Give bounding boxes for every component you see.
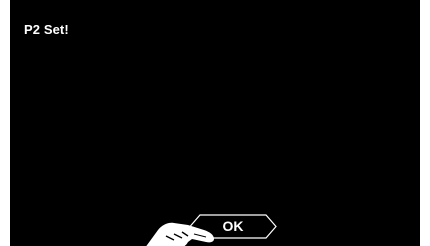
status-title: P2 Set! [24,22,69,37]
device-screen: P2 Set! OK [10,0,420,246]
pointing-hand-icon [130,212,230,246]
